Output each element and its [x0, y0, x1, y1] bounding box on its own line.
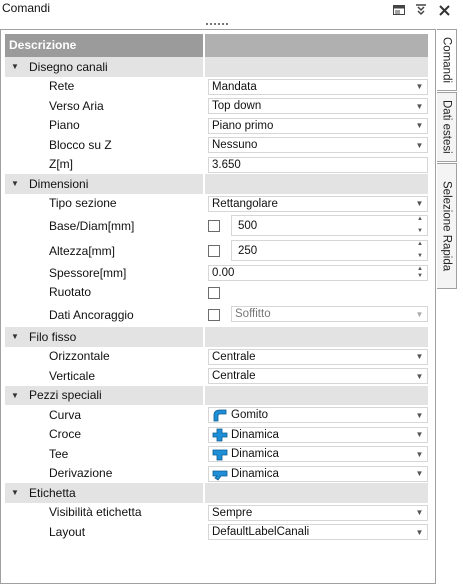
blocco-z-select[interactable]: Nessuno ▼: [208, 137, 428, 153]
chevron-down-icon: ▼: [415, 430, 424, 439]
altezza-spinner[interactable]: 250 ▲ ▼: [231, 240, 428, 261]
prop-tipo-sezione: Tipo sezione Rettangolare ▼: [5, 193, 428, 213]
prop-orizzontale: Orizzontale Centrale ▼: [5, 346, 428, 366]
duct-elbow-icon: [213, 409, 227, 422]
prop-verso-aria: Verso Aria Top down ▼: [5, 96, 428, 116]
collapse-icon[interactable]: ▼: [5, 62, 25, 71]
spin-up-icon: ▲: [417, 216, 423, 222]
prop-croce: Croce Dinamica ▼: [5, 424, 428, 444]
spin-down-icon: ▼: [417, 253, 423, 259]
piano-select[interactable]: Piano primo ▼: [208, 117, 428, 134]
spin-down-icon: ▼: [417, 273, 423, 279]
verso-aria-select[interactable]: Top down ▼: [208, 98, 428, 114]
tab-dati-estesi[interactable]: Dati estesi: [437, 92, 457, 162]
category-filo-fisso[interactable]: ▼ Filo fisso: [5, 327, 428, 347]
spin-down-icon: ▼: [417, 228, 423, 234]
category-etichetta[interactable]: ▼ Etichetta: [5, 483, 428, 503]
prop-ruotato: Ruotato: [5, 282, 428, 302]
prop-altezza: Altezza[mm] 250 ▲ ▼: [5, 238, 428, 263]
prop-dati-ancoraggio: Dati Ancoraggio Soffitto ▼: [5, 302, 428, 327]
panel-title: Comandi: [2, 1, 51, 15]
prop-tee: Tee Dinamica ▼: [5, 444, 428, 464]
prop-visibilita-etichetta: Visibilità etichetta Sempre ▼: [5, 502, 428, 522]
chevron-down-icon: ▼: [415, 140, 424, 150]
collapse-icon[interactable]: ▼: [5, 391, 25, 400]
close-icon[interactable]: [436, 2, 452, 18]
collapse-icon[interactable]: ▼: [5, 488, 25, 497]
chevron-down-icon: ▼: [415, 199, 424, 208]
chevron-down-icon: ▼: [415, 508, 424, 517]
ancoraggio-checkbox[interactable]: [208, 309, 220, 321]
collapse-icon[interactable]: ▼: [5, 332, 25, 341]
orizzontale-select[interactable]: Centrale ▼: [208, 348, 428, 365]
chevron-down-icon: ▼: [415, 121, 424, 130]
spin-up-icon: ▲: [417, 266, 423, 272]
property-grid: Descrizione ▼ Disegno canali Rete Mandata…: [5, 34, 428, 542]
chevron-down-icon: ▼: [415, 449, 424, 459]
curva-select[interactable]: Gomito ▼: [208, 407, 428, 423]
chevron-down-icon: ▼: [415, 101, 424, 111]
tab-selezione-rapida[interactable]: Selezione Rapida: [437, 163, 457, 289]
croce-select[interactable]: Dinamica ▼: [208, 426, 428, 443]
z-input[interactable]: 3.650: [208, 156, 428, 173]
verticale-select[interactable]: Centrale ▼: [208, 368, 428, 384]
chevron-down-icon: ▼: [415, 410, 424, 420]
prop-curva: Curva Gomito ▼: [5, 405, 428, 425]
visibilita-select[interactable]: Sempre ▼: [208, 504, 428, 521]
prop-base-diam: Base/Diam[mm] 500 ▲ ▼: [5, 213, 428, 238]
pin-icon[interactable]: [413, 2, 429, 18]
altezza-checkbox[interactable]: [208, 245, 220, 257]
prop-verticale: Verticale Centrale ▼: [5, 366, 428, 386]
chevron-down-icon: ▼: [415, 371, 424, 381]
prop-z: Z[m] 3.650: [5, 154, 428, 174]
duct-tee-icon: [212, 449, 228, 461]
grid-header: Descrizione: [5, 34, 428, 57]
header-description: Descrizione: [5, 34, 205, 57]
category-pezzi-speciali[interactable]: ▼ Pezzi speciali: [5, 385, 428, 405]
ancoraggio-select[interactable]: Soffitto ▼: [231, 306, 428, 322]
base-checkbox[interactable]: [208, 220, 220, 232]
duct-branch-icon: [212, 470, 228, 481]
prop-layout: Layout DefaultLabelCanali ▼: [5, 522, 428, 542]
property-panel: Descrizione ▼ Disegno canali Rete Mandata…: [0, 29, 436, 584]
tipo-sezione-select[interactable]: Rettangolare ▼: [208, 195, 428, 212]
rete-select[interactable]: Mandata ▼: [208, 78, 428, 95]
drag-grip[interactable]: [206, 23, 228, 27]
ruotato-checkbox[interactable]: [208, 286, 220, 299]
category-dimensioni[interactable]: ▼ Dimensioni: [5, 174, 428, 194]
collapse-icon[interactable]: ▼: [5, 179, 25, 188]
duct-cross-icon: [212, 428, 228, 441]
spessore-input[interactable]: 0.00 ▲ ▼: [208, 265, 428, 281]
tab-comandi[interactable]: Comandi: [437, 29, 457, 91]
prop-derivazione: Derivazione Dinamica ▼: [5, 463, 428, 483]
chevron-down-icon: ▼: [415, 352, 424, 361]
panel-titlebar: Comandi: [0, 0, 463, 20]
chevron-down-icon: ▼: [415, 309, 424, 319]
header-value: [205, 34, 428, 57]
layout-icon[interactable]: [391, 2, 407, 18]
spin-up-icon: ▲: [417, 241, 423, 247]
prop-blocco-z: Blocco su Z Nessuno ▼: [5, 135, 428, 155]
base-spinner[interactable]: 500 ▲ ▼: [231, 215, 428, 236]
chevron-down-icon: ▼: [415, 527, 424, 537]
chevron-down-icon: ▼: [415, 82, 424, 91]
category-disegno-canali[interactable]: ▼ Disegno canali: [5, 57, 428, 77]
layout-select[interactable]: DefaultLabelCanali ▼: [208, 524, 428, 540]
tee-select[interactable]: Dinamica ▼: [208, 446, 428, 462]
chevron-down-icon: ▼: [415, 469, 424, 478]
prop-piano: Piano Piano primo ▼: [5, 115, 428, 135]
prop-rete: Rete Mandata ▼: [5, 76, 428, 96]
derivazione-select[interactable]: Dinamica ▼: [208, 465, 428, 482]
prop-spessore: Spessore[mm] 0.00 ▲ ▼: [5, 263, 428, 283]
